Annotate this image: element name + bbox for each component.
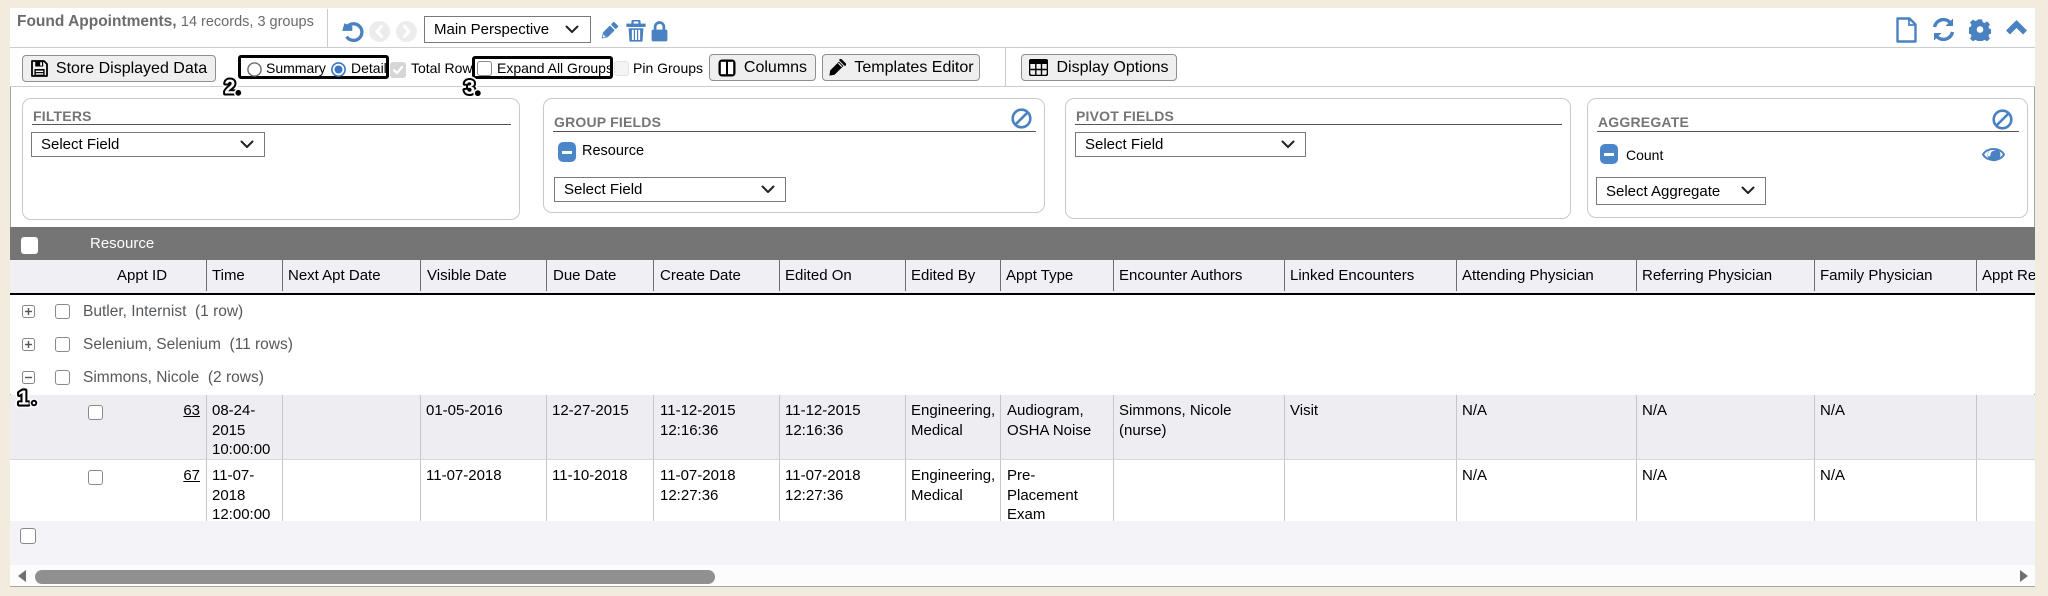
svg-text:2: 2 [224, 77, 235, 99]
svg-text:1: 1 [18, 386, 29, 409]
svg-text:3: 3 [464, 77, 475, 99]
